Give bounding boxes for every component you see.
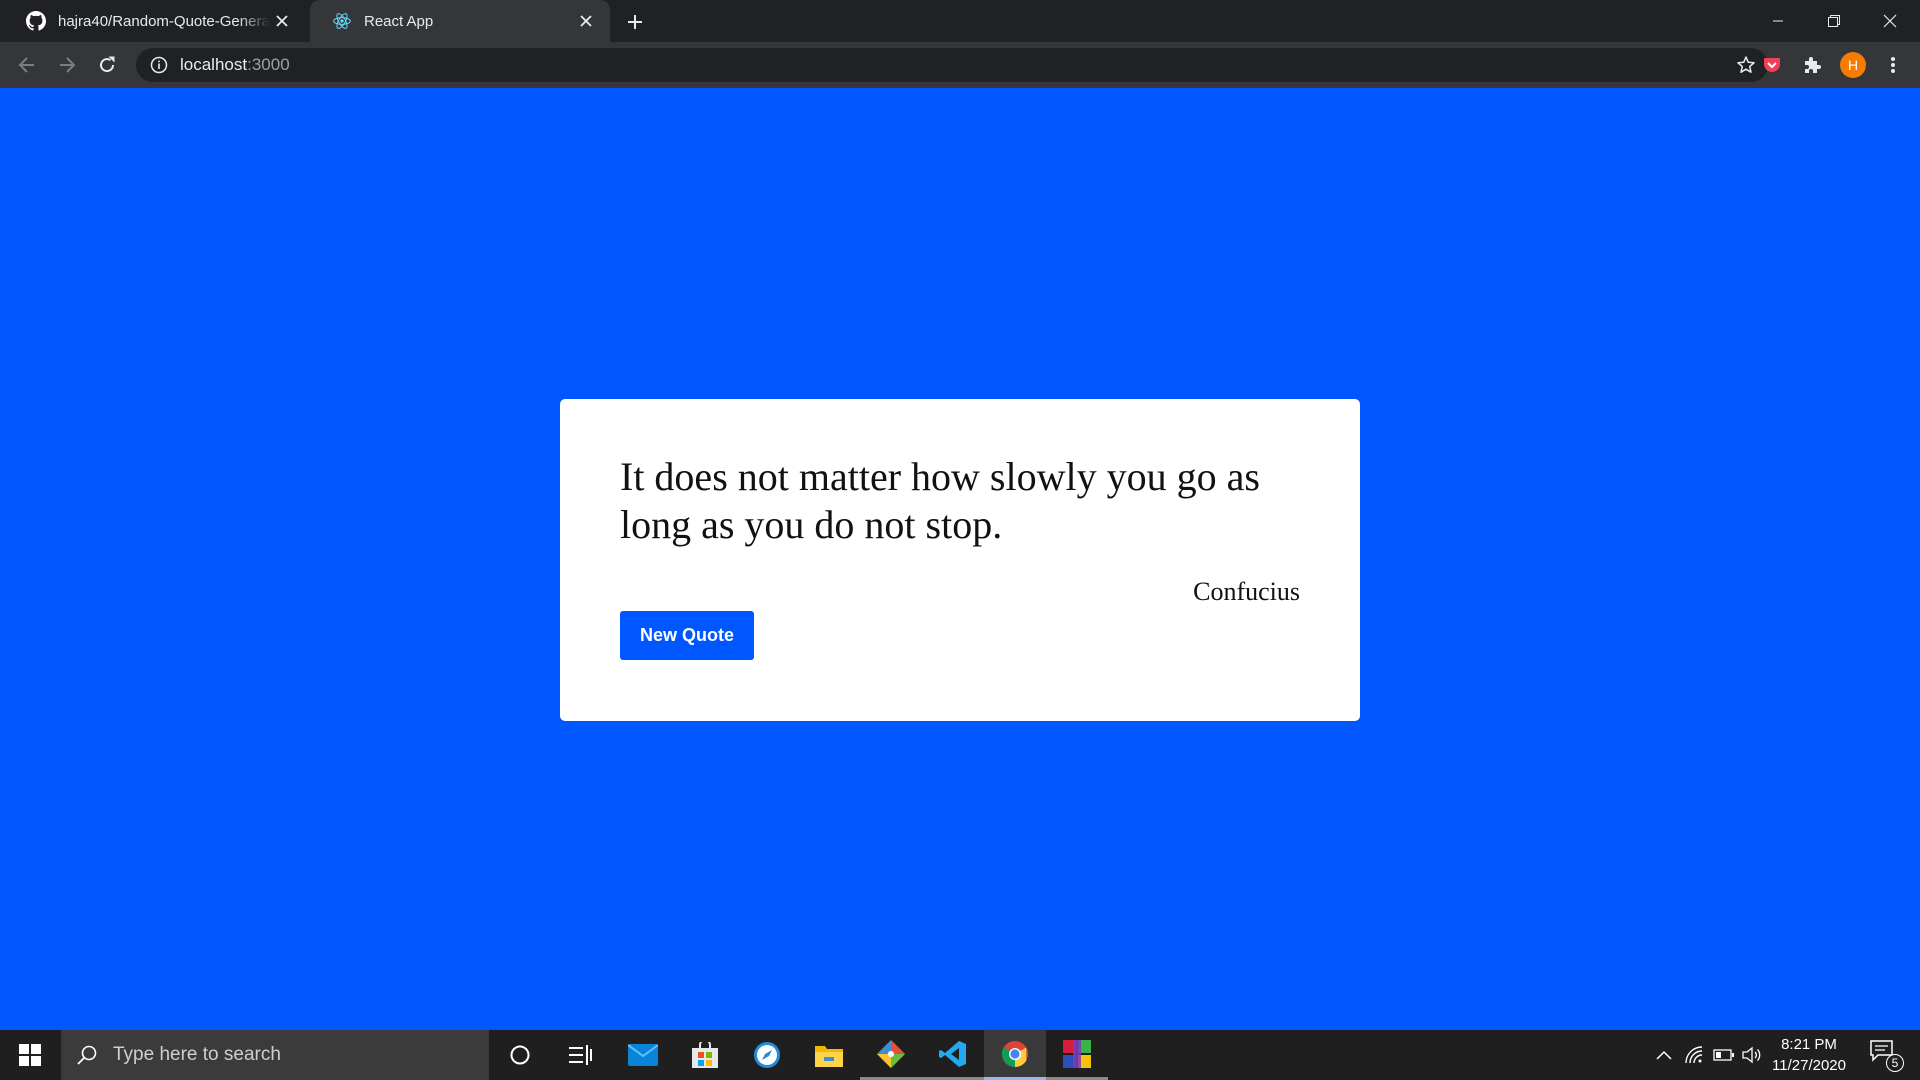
tab-title: React App [364, 12, 434, 30]
mail-icon [628, 1044, 658, 1066]
tab-github[interactable]: hajra40/Random-Quote-Generator [4, 0, 306, 42]
pocket-icon [1764, 58, 1780, 72]
quote-text: It does not matter how slowly you go as … [620, 454, 1260, 547]
search-icon [77, 1045, 97, 1065]
info-icon[interactable] [150, 56, 168, 74]
chevron-up-icon [1656, 1050, 1672, 1060]
browser-tab-strip: hajra40/Random-Quote-Generator React App [0, 0, 1920, 42]
arrow-left-icon [18, 57, 34, 73]
new-tab-button[interactable] [622, 9, 648, 35]
taskbar-winrar[interactable] [1046, 1030, 1108, 1080]
extensions-button[interactable] [1797, 50, 1827, 80]
battery-button[interactable] [1712, 1043, 1736, 1067]
new-quote-button[interactable]: New Quote [620, 611, 754, 660]
tab-react-app[interactable]: React App [310, 0, 610, 42]
store-icon [692, 1042, 718, 1068]
puzzle-icon [1805, 57, 1821, 73]
taskbar-git[interactable] [860, 1030, 922, 1080]
taskbar-mail[interactable] [612, 1030, 674, 1080]
close-tab-icon[interactable] [270, 9, 294, 33]
winrar-icon [1063, 1039, 1091, 1068]
browser-toolbar: localhost:3000 H [0, 42, 1920, 88]
volume-button[interactable] [1740, 1043, 1764, 1067]
windows-taskbar: Type here to search 8:21 PM 11/27/2020 5 [0, 1030, 1920, 1080]
cortana-button[interactable] [489, 1030, 551, 1080]
taskbar-file-explorer[interactable] [798, 1030, 860, 1080]
menu-button[interactable] [1878, 50, 1908, 80]
taskbar-store[interactable] [674, 1030, 736, 1080]
notification-count-badge: 5 [1886, 1054, 1904, 1072]
quote-author: Confucius [1193, 577, 1300, 606]
battery-icon [1713, 1049, 1734, 1061]
close-tab-icon[interactable] [574, 9, 598, 33]
address-bar[interactable]: localhost:3000 [136, 48, 1768, 82]
url-text: localhost:3000 [180, 55, 290, 75]
taskbar-clock[interactable]: 8:21 PM 11/27/2020 [1762, 1034, 1856, 1076]
task-view-button[interactable] [549, 1030, 611, 1080]
cortana-icon [510, 1045, 530, 1065]
git-icon [877, 1039, 905, 1068]
plus-icon [628, 15, 642, 29]
react-icon [333, 13, 351, 29]
tab-title: hajra40/Random-Quote-Generator [58, 12, 270, 30]
github-icon [26, 11, 46, 31]
profile-avatar[interactable]: H [1840, 52, 1866, 78]
minimize-button[interactable] [1750, 0, 1806, 42]
show-hidden-icons-button[interactable] [1652, 1043, 1676, 1067]
forward-button[interactable] [52, 50, 82, 80]
task-view-icon [569, 1045, 592, 1065]
url-host: localhost [180, 55, 248, 74]
quote-box: It does not matter how slowly you go as … [560, 399, 1360, 721]
restore-icon [1828, 15, 1840, 27]
taskbar-chrome[interactable] [984, 1030, 1046, 1080]
search-placeholder: Type here to search [113, 1044, 281, 1065]
reload-button[interactable] [92, 50, 122, 80]
wifi-icon [1685, 1046, 1703, 1064]
close-icon [1883, 14, 1897, 28]
clock-time: 8:21 PM [1781, 1036, 1837, 1053]
restore-button[interactable] [1806, 0, 1862, 42]
reload-icon [100, 56, 115, 73]
chrome-icon [1001, 1040, 1028, 1067]
more-vertical-icon [1891, 57, 1895, 73]
clock-date: 11/27/2020 [1772, 1057, 1846, 1074]
back-button[interactable] [12, 50, 42, 80]
url-port: :3000 [247, 55, 290, 74]
safari-icon [754, 1042, 780, 1068]
windows-logo-icon [19, 1044, 41, 1066]
pocket-extension-button[interactable] [1757, 50, 1787, 80]
speaker-icon [1742, 1046, 1761, 1064]
star-icon[interactable] [1736, 55, 1756, 75]
vscode-icon [939, 1040, 966, 1067]
taskbar-vscode[interactable] [922, 1030, 984, 1080]
page-content: It does not matter how slowly you go as … [0, 88, 1920, 1030]
taskbar-search[interactable]: Type here to search [61, 1030, 489, 1080]
arrow-right-icon [60, 57, 76, 73]
action-center-button[interactable]: 5 [1866, 1038, 1906, 1072]
network-button[interactable] [1682, 1043, 1706, 1067]
taskbar-safari[interactable] [736, 1030, 798, 1080]
close-window-button[interactable] [1862, 0, 1918, 42]
start-button[interactable] [0, 1030, 60, 1080]
file-explorer-icon [815, 1046, 843, 1067]
minimize-icon [1773, 20, 1783, 22]
